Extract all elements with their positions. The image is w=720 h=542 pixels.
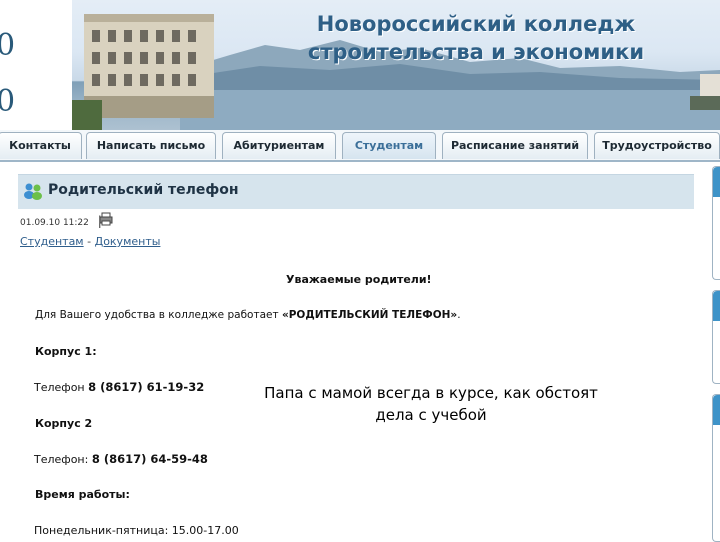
site-header: 0 0 Новороссийский колледж строительства… bbox=[0, 0, 720, 130]
side-tab[interactable] bbox=[712, 166, 720, 280]
header-left-glyph: 0 bbox=[0, 84, 16, 119]
site-title-line: строительства и экономики bbox=[307, 40, 645, 64]
side-tab-cap bbox=[713, 291, 720, 321]
intro-suffix: . bbox=[457, 309, 461, 321]
building1-label: Корпус 1: bbox=[35, 345, 97, 358]
phone2-number: 8 (8617) 64-59-48 bbox=[91, 452, 208, 466]
intro-text: Для Вашего удобства в колледже работает … bbox=[35, 309, 461, 321]
hours-value: Понедельник-пятница: 15.00-17.00 bbox=[34, 524, 239, 537]
side-tab[interactable] bbox=[712, 290, 720, 384]
breadcrumb: Студентам - Документы bbox=[20, 235, 160, 248]
printer-icon[interactable] bbox=[98, 211, 114, 227]
intro-prefix: Для Вашего удобства в колледже работает bbox=[35, 309, 282, 321]
phone1-prefix: Телефон bbox=[34, 381, 89, 394]
phone1-number: 8 (8617) 61-19-32 bbox=[88, 380, 205, 394]
article-date: 01.09.10 11:22 bbox=[20, 218, 89, 228]
breadcrumb-link-documents[interactable]: Документы bbox=[95, 235, 161, 248]
tab-schedule[interactable]: Расписание занятий bbox=[442, 132, 588, 159]
greeting: Уважаемые родители! bbox=[286, 273, 432, 286]
side-tab-cap bbox=[713, 395, 720, 425]
article-meta: 01.09.10 11:22 | bbox=[20, 214, 102, 228]
article-title-bar: Родительский телефон bbox=[18, 174, 694, 209]
intro-bold: «РОДИТЕЛЬСКИЙ ТЕЛЕФОН» bbox=[281, 309, 458, 321]
hours-label: Время работы: bbox=[35, 488, 130, 501]
tab-students[interactable]: Студентам bbox=[342, 132, 436, 159]
tab-contacts[interactable]: Контакты bbox=[0, 132, 82, 159]
header-left-glyph: 0 bbox=[0, 28, 16, 63]
tab-applicants[interactable]: Абитуриентам bbox=[222, 132, 336, 159]
side-tab-cap bbox=[713, 167, 720, 197]
people-icon bbox=[24, 183, 42, 200]
overlay-line: дела с учебой bbox=[375, 406, 487, 424]
phone2-prefix: Телефон: bbox=[34, 453, 92, 466]
site-title-line: Новороссийский колледж bbox=[316, 12, 636, 36]
article: Родительский телефон 01.09.10 11:22 | Ст… bbox=[0, 162, 700, 540]
main-nav: Контакты Написать письмо Абитуриентам Ст… bbox=[0, 130, 720, 162]
site-title: Новороссийский колледж строительства и э… bbox=[296, 10, 656, 66]
breadcrumb-link-students[interactable]: Студентам bbox=[20, 235, 84, 248]
tab-write-letter[interactable]: Написать письмо bbox=[86, 132, 216, 159]
side-tab[interactable] bbox=[712, 394, 720, 542]
page-title: Родительский телефон bbox=[48, 182, 239, 198]
breadcrumb-separator: - bbox=[83, 235, 95, 248]
overlay-line: Папа с мамой всегда в курсе, как обстоят bbox=[264, 384, 598, 402]
phone2-line: Телефон: 8 (8617) 64-59-48 bbox=[34, 452, 208, 466]
tab-employment[interactable]: Трудоустройство bbox=[594, 132, 720, 159]
building2-label: Корпус 2 bbox=[35, 417, 93, 430]
phone1-line: Телефон 8 (8617) 61-19-32 bbox=[34, 380, 204, 394]
overlay-caption: Папа с мамой всегда в курсе, как обстоят… bbox=[244, 382, 618, 426]
